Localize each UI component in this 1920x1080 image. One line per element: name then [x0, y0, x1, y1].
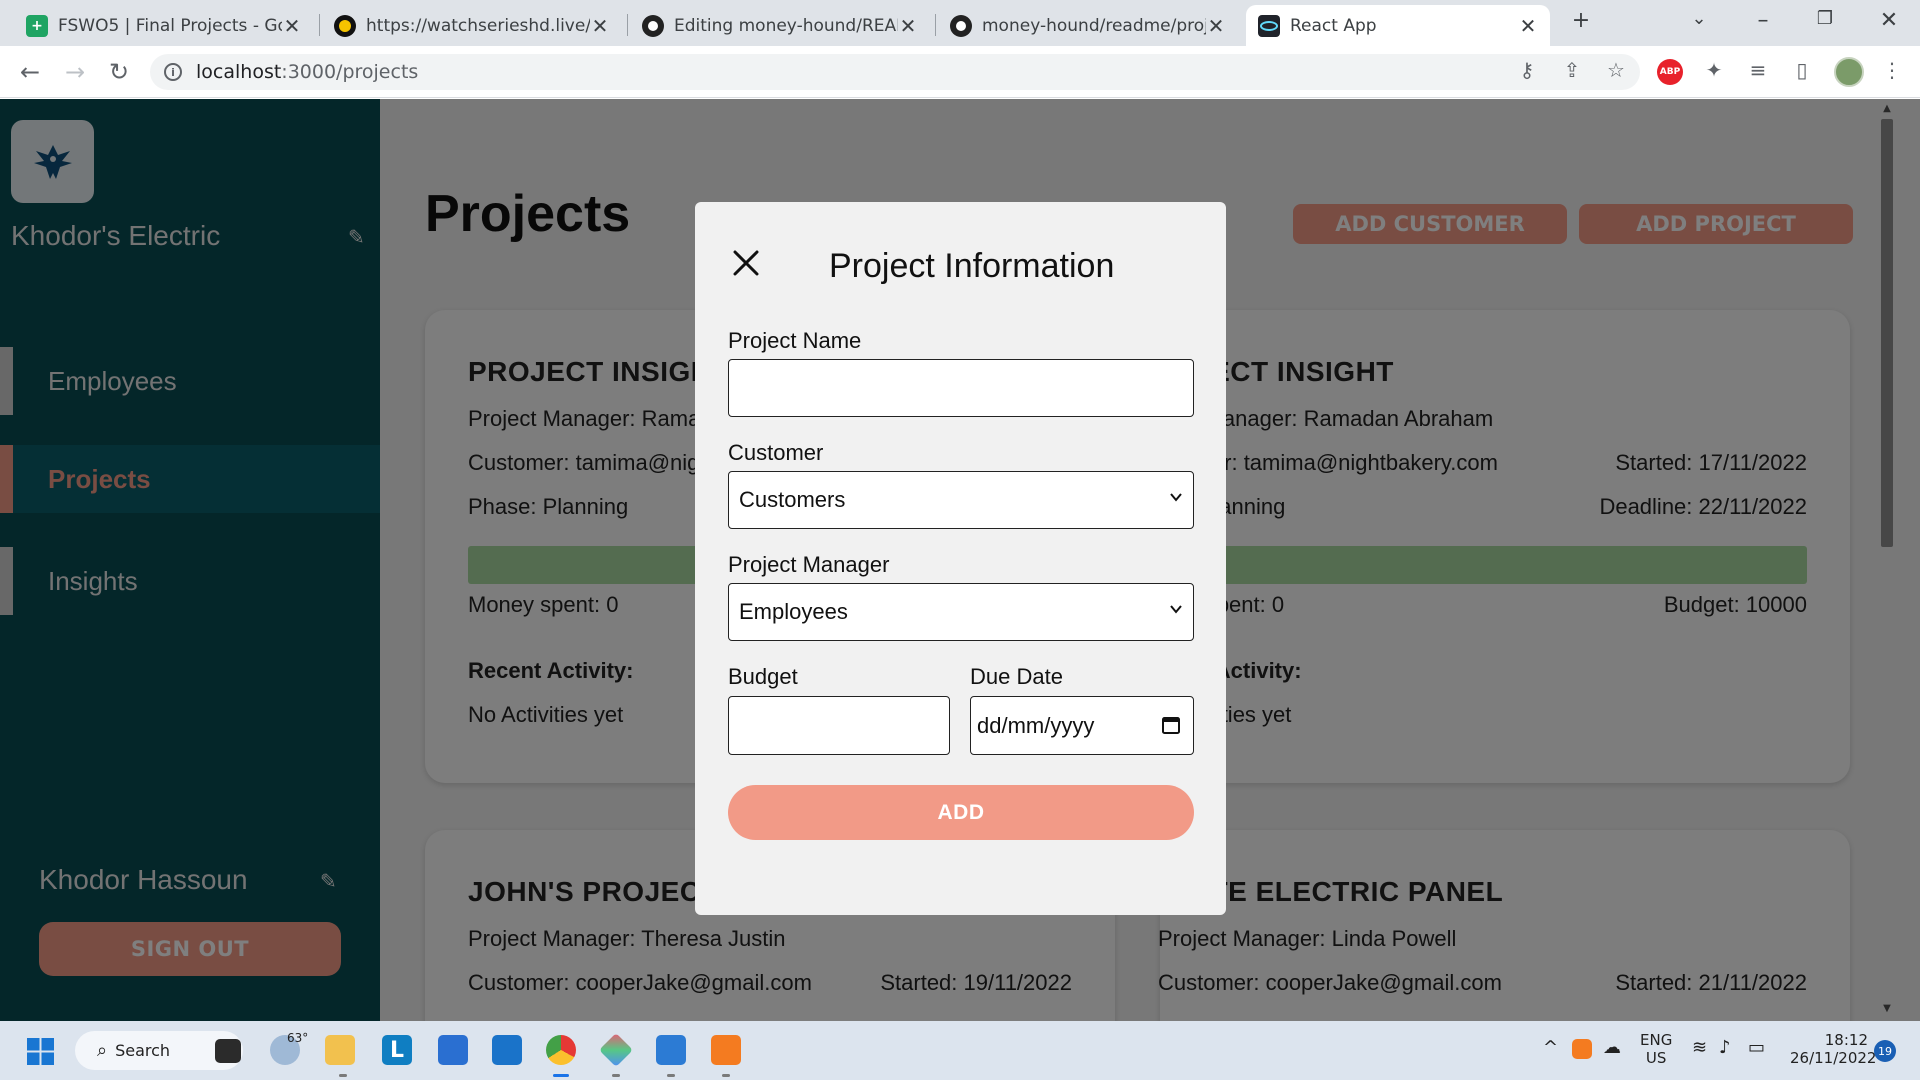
menu-dots-icon[interactable]: ⋮ [1878, 58, 1906, 82]
chrome-icon[interactable] [546, 1035, 576, 1065]
manager-selected: Employees [739, 599, 848, 624]
close-icon[interactable]: ✕ [1518, 14, 1538, 38]
xampp-icon[interactable] [711, 1035, 741, 1065]
search-icon: ⌕ [97, 1040, 108, 1061]
restore-icon[interactable]: ❐ [1808, 8, 1842, 29]
tray-overflow-chevron-icon[interactable]: ^ [1543, 1037, 1558, 1058]
file-explorer-icon[interactable] [325, 1035, 355, 1065]
forward-arrow-icon[interactable]: → [60, 58, 90, 86]
tab-title: money-hound/readme/projec [982, 15, 1206, 36]
windows-taskbar: ⌕ Search 63° L ^ ☁ ENG US ≋ ♪ ▭ 18:12 26… [0, 1021, 1920, 1080]
clock-date: 26/11/2022 [1790, 1049, 1877, 1067]
windows-start-icon[interactable] [27, 1038, 54, 1065]
react-icon [1258, 14, 1280, 37]
wifi-icon[interactable]: ≋ [1692, 1037, 1707, 1058]
modal-title: Project Information [829, 247, 1115, 285]
tab-search-chevron-icon[interactable]: ⌄ [1682, 8, 1716, 29]
tab-separator [935, 14, 936, 36]
close-icon[interactable]: ✕ [898, 14, 918, 38]
running-indicator [339, 1074, 347, 1077]
media-queue-icon[interactable]: ≡ [1744, 58, 1772, 82]
bookmark-star-icon[interactable]: ☆ [1602, 58, 1630, 82]
lang-top: ENG [1640, 1031, 1673, 1049]
key-icon[interactable]: ⚷ [1513, 58, 1541, 82]
taskbar-search-label: Search [115, 1041, 171, 1060]
watchseries-icon [334, 14, 356, 37]
tab-title: https://watchserieshd.live/tv/h [366, 15, 590, 36]
browser-tab[interactable]: https://watchserieshd.live/tv/h ✕ [322, 5, 622, 46]
running-indicator [722, 1074, 730, 1077]
address-toolbar: ← → ↻ i localhost :3000/projects ⚷ ⇪ ☆ ✦… [0, 46, 1920, 98]
tab-title: FSWO5 | Final Projects - Goog [58, 15, 282, 36]
weather-temp: 63° [287, 1031, 309, 1045]
xampp-tray-icon[interactable] [1572, 1039, 1592, 1059]
tab-separator [319, 14, 320, 36]
project-information-modal: Project Information Project Name Custome… [695, 202, 1226, 915]
window-close-icon[interactable]: ✕ [1872, 8, 1906, 33]
due-date-placeholder: dd/mm/yyyy [977, 712, 1095, 738]
reload-icon[interactable]: ↻ [104, 58, 134, 86]
battery-icon[interactable]: ▭ [1748, 1037, 1765, 1058]
budget-label: Budget [728, 664, 798, 689]
browser-tab-strip: + FSWO5 | Final Projects - Goog ✕ https:… [0, 0, 1920, 46]
project-manager-label: Project Manager [728, 552, 890, 577]
photos-icon[interactable] [656, 1035, 686, 1065]
lang-bottom: US [1645, 1049, 1667, 1067]
language-indicator[interactable]: ENG US [1640, 1031, 1672, 1067]
budget-input[interactable] [728, 696, 950, 755]
close-icon[interactable]: ✕ [1206, 14, 1226, 38]
github-icon [642, 14, 664, 37]
customer-select[interactable]: Customers [728, 471, 1194, 529]
project-manager-select[interactable]: Employees [728, 583, 1194, 641]
onedrive-cloud-icon[interactable]: ☁ [1603, 1037, 1621, 1058]
app-l-icon[interactable]: L [382, 1035, 412, 1065]
site-info-icon[interactable]: i [164, 63, 182, 81]
new-tab-button[interactable]: + [1564, 8, 1598, 33]
calendar-icon[interactable] [1161, 715, 1181, 735]
due-date-label: Due Date [970, 664, 1063, 689]
url-host: localhost [196, 61, 282, 83]
running-indicator [667, 1074, 675, 1077]
volume-icon[interactable]: ♪ [1719, 1037, 1731, 1058]
close-icon[interactable]: ✕ [282, 14, 302, 38]
adblock-plus-icon[interactable]: ABP [1657, 59, 1683, 85]
browser-tab-active[interactable]: React App ✕ [1246, 5, 1550, 46]
minimize-icon[interactable]: – [1746, 8, 1780, 33]
add-button[interactable]: ADD [728, 785, 1194, 840]
chevron-down-icon [1170, 493, 1182, 502]
mail-icon[interactable] [492, 1035, 522, 1065]
tab-separator [627, 14, 628, 36]
microsoft-store-icon[interactable] [438, 1035, 468, 1065]
close-icon[interactable]: ✕ [590, 14, 610, 38]
close-icon[interactable] [731, 248, 761, 278]
browser-tab[interactable]: + FSWO5 | Final Projects - Goog ✕ [14, 5, 314, 46]
url-path: :3000/projects [281, 61, 419, 83]
task-view-icon[interactable] [215, 1039, 241, 1063]
github-icon [950, 14, 972, 37]
notification-badge[interactable]: 19 [1874, 1040, 1896, 1062]
customer-selected: Customers [739, 487, 846, 512]
back-arrow-icon[interactable]: ← [15, 58, 45, 86]
project-name-input[interactable] [728, 359, 1194, 417]
devtools-app-icon[interactable] [599, 1033, 633, 1067]
browser-tab[interactable]: Editing money-hound/READM ✕ [630, 5, 930, 46]
side-panel-icon[interactable]: ▯ [1788, 58, 1816, 82]
tab-title: Editing money-hound/READM [674, 15, 898, 36]
clock[interactable]: 18:12 26/11/2022 [1790, 1031, 1877, 1067]
tab-title: React App [1290, 15, 1377, 36]
app-viewport: Khodor's Electric ✎ Employees Projects I… [0, 99, 1920, 1021]
sheets-icon: + [26, 14, 48, 37]
active-indicator [553, 1074, 569, 1077]
clock-time: 18:12 [1824, 1031, 1868, 1049]
address-bar[interactable]: i localhost :3000/projects [150, 54, 1640, 90]
profile-avatar[interactable] [1834, 57, 1864, 87]
chevron-down-icon [1170, 605, 1182, 614]
customer-label: Customer [728, 440, 824, 465]
project-name-label: Project Name [728, 328, 862, 353]
due-date-input[interactable]: dd/mm/yyyy [970, 696, 1194, 755]
extensions-puzzle-icon[interactable]: ✦ [1700, 58, 1728, 82]
browser-tab[interactable]: money-hound/readme/projec ✕ [938, 5, 1238, 46]
running-indicator [612, 1074, 620, 1077]
share-icon[interactable]: ⇪ [1558, 58, 1586, 82]
